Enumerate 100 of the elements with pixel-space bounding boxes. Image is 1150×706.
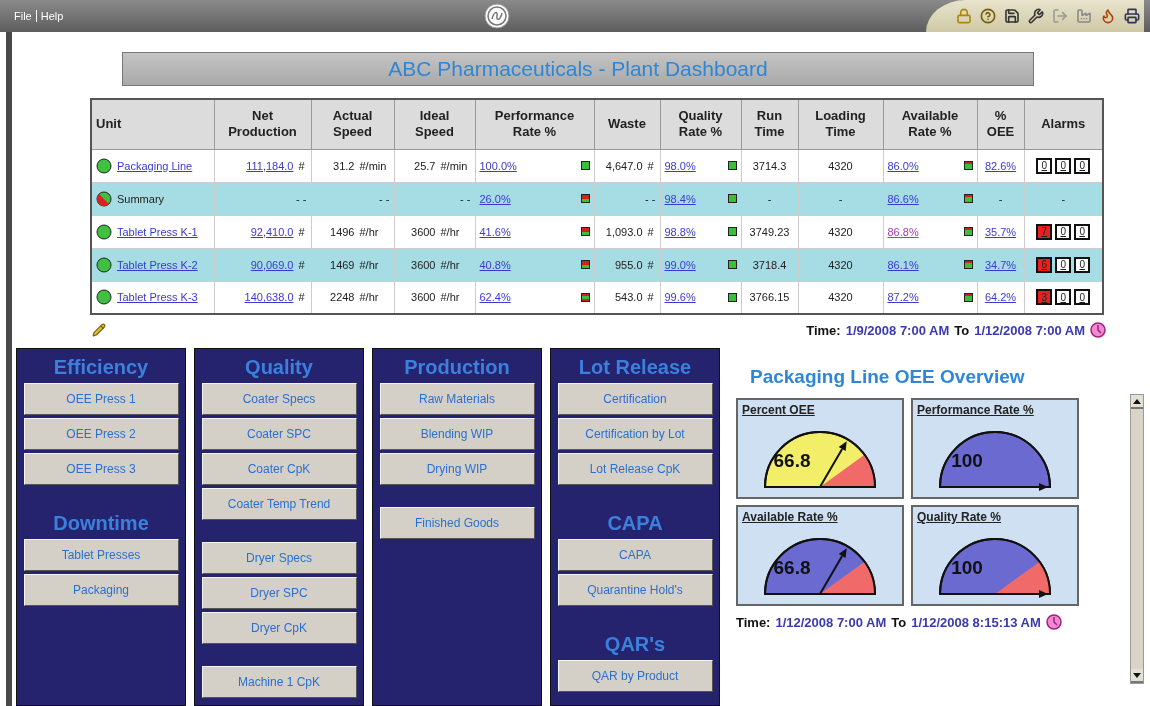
clock-icon[interactable] <box>1045 614 1062 630</box>
nav-button[interactable]: Dryer SPC <box>201 577 357 609</box>
nav-button[interactable]: Tablet Presses <box>23 539 179 571</box>
rate-link[interactable]: 40.8% <box>479 258 511 271</box>
value-text: 3718.4 <box>752 258 787 271</box>
rate-link[interactable]: 87.2% <box>887 291 919 304</box>
nav-button[interactable]: Blending WIP <box>379 418 535 450</box>
production-link[interactable]: 111,184.0 <box>246 159 294 172</box>
clock-icon[interactable] <box>1090 322 1106 338</box>
unit-text: # <box>298 258 306 271</box>
value-text: 3600 <box>411 291 436 304</box>
nav-button[interactable]: Certification by Lot <box>557 418 713 450</box>
rate-link[interactable]: 86.1% <box>887 258 919 271</box>
gauge-value: 100 <box>951 557 983 578</box>
value-text: - - <box>296 192 307 205</box>
rate-link[interactable]: 98.8% <box>664 225 696 238</box>
menu-item[interactable]: Help <box>36 10 68 22</box>
nav-button[interactable]: OEE Press 2 <box>23 418 179 450</box>
nav-button[interactable]: Drying WIP <box>379 453 535 485</box>
end-time[interactable]: 1/12/2008 8:15:13 AM <box>911 614 1041 630</box>
menu-item[interactable]: File <box>10 10 36 22</box>
unit-text: # <box>647 225 655 238</box>
value-text: - - <box>645 192 656 205</box>
rate-link[interactable]: 26.0% <box>479 192 511 205</box>
rate-link[interactable]: 98.0% <box>664 159 696 172</box>
nav-button[interactable]: Dryer Specs <box>201 542 357 574</box>
section-heading: Quality <box>245 355 313 380</box>
factory-icon[interactable] <box>1076 8 1092 24</box>
nav-button[interactable]: Dryer CpK <box>201 612 357 644</box>
start-time[interactable]: 1/9/2008 7:00 AM <box>845 322 950 338</box>
to-label: To <box>954 322 970 338</box>
end-time[interactable]: 1/12/2008 7:00 AM <box>974 322 1085 338</box>
value-text: - - <box>379 192 390 205</box>
gauge-title: Quality Rate % <box>917 510 1003 524</box>
alarm-count[interactable]: 7 <box>1036 223 1053 240</box>
alarm-count[interactable]: 0 <box>1036 157 1053 174</box>
rate-link[interactable]: 86.0% <box>887 159 919 172</box>
value-text: 4,647.0 <box>605 159 643 172</box>
start-time[interactable]: 1/12/2008 7:00 AM <box>775 614 887 630</box>
nav-button[interactable]: CAPA <box>557 539 713 571</box>
alarm-count[interactable]: 0 <box>1055 157 1072 174</box>
nav-button[interactable]: Coater Specs <box>201 383 357 415</box>
value-text: - <box>998 192 1003 205</box>
rate-link[interactable]: 100.0% <box>479 159 517 172</box>
unit-text: # <box>298 291 306 304</box>
column-header: Performance Rate % <box>475 99 594 149</box>
alarm-count[interactable]: 0 <box>1074 256 1091 273</box>
rate-link[interactable]: 62.4% <box>479 291 511 304</box>
rate-link[interactable]: 98.4% <box>664 192 696 205</box>
value-text: 4320 <box>828 225 853 238</box>
nav-button[interactable]: OEE Press 3 <box>23 453 179 485</box>
nav-button[interactable]: Quarantine Hold's <box>557 574 713 606</box>
nav-button[interactable]: Packaging <box>23 574 179 606</box>
printer-icon[interactable] <box>1124 8 1140 24</box>
nav-button[interactable]: Finished Goods <box>379 507 535 539</box>
alarm-count[interactable]: 0 <box>1055 289 1072 306</box>
nav-button[interactable]: Coater SPC <box>201 418 357 450</box>
production-link[interactable]: 92,410.0 <box>250 225 294 238</box>
scrollbar[interactable] <box>1130 394 1144 684</box>
unit-text: # <box>298 225 306 238</box>
gauge-value: 100 <box>951 450 983 471</box>
column-header: Loading Time <box>798 99 883 149</box>
unit-text: # <box>647 291 655 304</box>
value-text: 1496 <box>330 225 355 238</box>
section-heading: Production <box>404 355 510 380</box>
unit-text: #/hr <box>359 225 380 238</box>
overview-title: Packaging Line OEE Overview <box>750 366 1025 388</box>
section-heading: CAPA <box>607 511 663 536</box>
nav-button[interactable]: Machine 1 CpK <box>201 666 357 698</box>
wrench-icon[interactable] <box>1028 8 1044 24</box>
rate-link[interactable]: 41.6% <box>479 225 511 238</box>
nav-button[interactable]: Certification <box>557 383 713 415</box>
nav-button[interactable]: QAR by Product <box>557 660 713 692</box>
alarm-count[interactable]: 3 <box>1036 289 1053 306</box>
rate-link[interactable]: 99.6% <box>664 291 696 304</box>
alarm-count[interactable]: 0 <box>1055 223 1072 240</box>
help-icon[interactable] <box>980 8 996 24</box>
gauge-title: Percent OEE <box>742 403 816 417</box>
nav-button[interactable]: Lot Release CpK <box>557 453 713 485</box>
value-text: 2248 <box>330 291 355 304</box>
rate-link[interactable]: 99.0% <box>664 258 696 271</box>
page-title: ABC Pharmaceuticals - Plant Dashboard <box>388 57 768 81</box>
unit-text: #/hr <box>440 291 461 304</box>
production-link[interactable]: 140,638.0 <box>244 291 294 304</box>
flame-icon[interactable] <box>1100 8 1116 24</box>
rate-link[interactable]: 86.8% <box>887 225 919 238</box>
rate-link[interactable]: 86.6% <box>887 192 919 205</box>
alarm-count[interactable]: 0 <box>1074 223 1091 240</box>
alarm-count[interactable]: 6 <box>1036 256 1053 273</box>
nav-button[interactable]: Raw Materials <box>379 383 535 415</box>
nav-button[interactable]: Coater Temp Trend <box>201 488 357 520</box>
save-icon[interactable] <box>1004 8 1020 24</box>
nav-button[interactable]: Coater CpK <box>201 453 357 485</box>
alarm-count[interactable]: 0 <box>1055 256 1072 273</box>
nav-button[interactable]: OEE Press 1 <box>23 383 179 415</box>
gauge-value: 66.8 <box>773 557 811 578</box>
alarm-count[interactable]: 0 <box>1074 289 1091 306</box>
edit-icon[interactable] <box>92 323 106 337</box>
production-link[interactable]: 90,069.0 <box>250 258 294 271</box>
alarm-count[interactable]: 0 <box>1074 157 1091 174</box>
